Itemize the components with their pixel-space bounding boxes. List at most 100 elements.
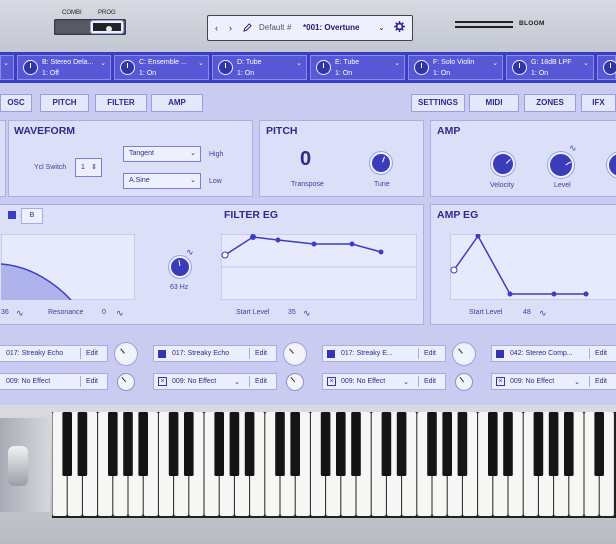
- fx-knob-1-3[interactable]: [453, 343, 475, 365]
- black-key[interactable]: [488, 412, 498, 476]
- slot-g-chevron-icon[interactable]: ⌄: [583, 59, 589, 67]
- black-key[interactable]: [138, 412, 148, 476]
- black-key[interactable]: [594, 412, 604, 476]
- fx-edit-button[interactable]: Edit: [248, 376, 272, 387]
- tab-settings[interactable]: SETTINGS: [411, 94, 465, 112]
- fx-on-icon[interactable]: [496, 350, 504, 358]
- fx-slot-1-2[interactable]: 017: Streaky Echo Edit: [153, 345, 277, 362]
- slot-a-partial[interactable]: ⌄: [0, 55, 14, 80]
- tab-ifx[interactable]: IFX: [581, 94, 616, 112]
- fx-slot-1-3[interactable]: 017: Streaky E... Edit: [322, 345, 446, 362]
- fx-edit-button[interactable]: Edit: [79, 348, 103, 359]
- slot-c[interactable]: C: Ensemble ... 1: On ⌄: [114, 55, 209, 80]
- cutoff-env-icon[interactable]: ∿: [16, 308, 24, 319]
- black-key[interactable]: [108, 412, 118, 476]
- black-key[interactable]: [229, 412, 240, 476]
- fx-edit-button[interactable]: Edit: [588, 376, 612, 387]
- black-key[interactable]: [503, 412, 513, 476]
- black-key[interactable]: [396, 412, 407, 476]
- black-key[interactable]: [351, 412, 361, 476]
- amp-eg-start-value[interactable]: 48: [523, 309, 531, 316]
- switch-select[interactable]: 1 ⇕: [75, 158, 102, 177]
- nav-back-button[interactable]: ‹: [215, 23, 218, 33]
- nav-forward-button[interactable]: ›: [229, 23, 232, 33]
- tab-amp[interactable]: AMP: [151, 94, 203, 112]
- fx-slot-2-3[interactable]: × 009: No Effect ⌄ Edit: [322, 373, 446, 390]
- osc-b-tab[interactable]: B: [21, 208, 43, 224]
- black-key[interactable]: [275, 412, 285, 476]
- gear-icon[interactable]: [394, 21, 405, 34]
- fx-knob-1-1[interactable]: [115, 343, 137, 365]
- fx-knob-2-3[interactable]: [455, 373, 473, 391]
- resonance-env-icon[interactable]: ∿: [116, 308, 124, 319]
- tune-knob[interactable]: [370, 152, 392, 174]
- black-key[interactable]: [457, 412, 468, 476]
- black-key[interactable]: [336, 412, 346, 476]
- pitch-wheel[interactable]: [8, 446, 28, 486]
- tab-osc[interactable]: OSC: [0, 94, 32, 112]
- slot-f[interactable]: F: Solo Violin 1: On ⌄: [408, 55, 503, 80]
- amp-eg-env-icon[interactable]: ∿: [539, 308, 547, 319]
- velocity-knob[interactable]: [491, 152, 515, 176]
- fx-bypass-icon[interactable]: ×: [496, 377, 505, 386]
- fx-slot-1-1[interactable]: 017: Streaky Echo Edit: [0, 345, 108, 362]
- black-key[interactable]: [564, 412, 574, 476]
- black-key[interactable]: [244, 412, 255, 476]
- level-knob[interactable]: [548, 152, 574, 178]
- high-wave-chevron-icon[interactable]: ⌄: [190, 147, 196, 161]
- black-key[interactable]: [214, 412, 224, 476]
- slot-e-knob[interactable]: [316, 60, 331, 75]
- black-key[interactable]: [168, 412, 179, 476]
- fx-on-icon[interactable]: [158, 350, 166, 358]
- slot-g[interactable]: G: 18dB LPF 1: On ⌄: [506, 55, 594, 80]
- slot-h-partial[interactable]: [597, 55, 616, 80]
- tab-midi[interactable]: MIDI: [469, 94, 519, 112]
- low-wave-chevron-icon[interactable]: ⌄: [190, 174, 196, 188]
- black-key[interactable]: [77, 412, 88, 476]
- fx-chevron-icon[interactable]: ⌄: [574, 378, 580, 386]
- black-key[interactable]: [184, 412, 194, 476]
- black-key[interactable]: [320, 412, 331, 476]
- black-key[interactable]: [123, 412, 133, 476]
- slot-c-knob[interactable]: [120, 60, 135, 75]
- black-key[interactable]: [442, 412, 452, 476]
- pencil-icon[interactable]: [243, 23, 252, 34]
- black-key[interactable]: [62, 412, 72, 476]
- bank-name[interactable]: Default: [259, 23, 284, 32]
- fx-edit-button[interactable]: Edit: [417, 376, 441, 387]
- slot-e-chevron-icon[interactable]: ⌄: [394, 59, 400, 67]
- slot-f-chevron-icon[interactable]: ⌄: [492, 59, 498, 67]
- slot-b-chevron-icon[interactable]: ⌄: [100, 59, 106, 67]
- tab-filter[interactable]: FILTER: [95, 94, 147, 112]
- transpose-value[interactable]: 0: [300, 148, 311, 171]
- fx-chevron-icon[interactable]: ⌄: [234, 378, 240, 386]
- fx-slot-2-2[interactable]: × 009: No Effect ⌄ Edit: [153, 373, 277, 390]
- fx-on-icon[interactable]: [327, 350, 335, 358]
- combi-prog-toggle[interactable]: [54, 19, 126, 35]
- slot-e[interactable]: E: Tube 1: On ⌄: [310, 55, 405, 80]
- amp-eg-graph[interactable]: [450, 234, 616, 300]
- slot-h-knob[interactable]: [603, 60, 616, 75]
- low-wave-select[interactable]: A.Sine ⌄: [123, 173, 201, 189]
- fx-edit-button[interactable]: Edit: [248, 348, 272, 359]
- slot-d-chevron-icon[interactable]: ⌄: [296, 59, 302, 67]
- slot-b-knob[interactable]: [23, 60, 38, 75]
- amp-knob-3[interactable]: [607, 152, 616, 178]
- slot-g-knob[interactable]: [512, 60, 527, 75]
- program-dropdown-chevron-icon[interactable]: ⌄: [378, 23, 385, 32]
- black-key[interactable]: [427, 412, 437, 476]
- fx-edit-button[interactable]: Edit: [588, 348, 612, 359]
- fx-knob-1-2[interactable]: [284, 343, 306, 365]
- tab-pitch[interactable]: PITCH: [40, 94, 89, 112]
- black-key[interactable]: [548, 412, 559, 476]
- filter-eg-env-icon[interactable]: ∿: [303, 308, 311, 319]
- fx-slot-2-4[interactable]: × 009: No Effect ⌄ Edit: [491, 373, 616, 390]
- black-key[interactable]: [533, 412, 544, 476]
- fx-edit-button[interactable]: Edit: [79, 376, 103, 387]
- fx-chevron-icon[interactable]: ⌄: [403, 378, 409, 386]
- filter-freq-knob[interactable]: [169, 256, 191, 278]
- pitch-mod-wheel-area[interactable]: [0, 418, 50, 512]
- high-wave-select[interactable]: Tangent ⌄: [123, 146, 201, 162]
- filter-eg-graph[interactable]: [221, 234, 417, 300]
- filter-curve-graph[interactable]: [1, 234, 135, 300]
